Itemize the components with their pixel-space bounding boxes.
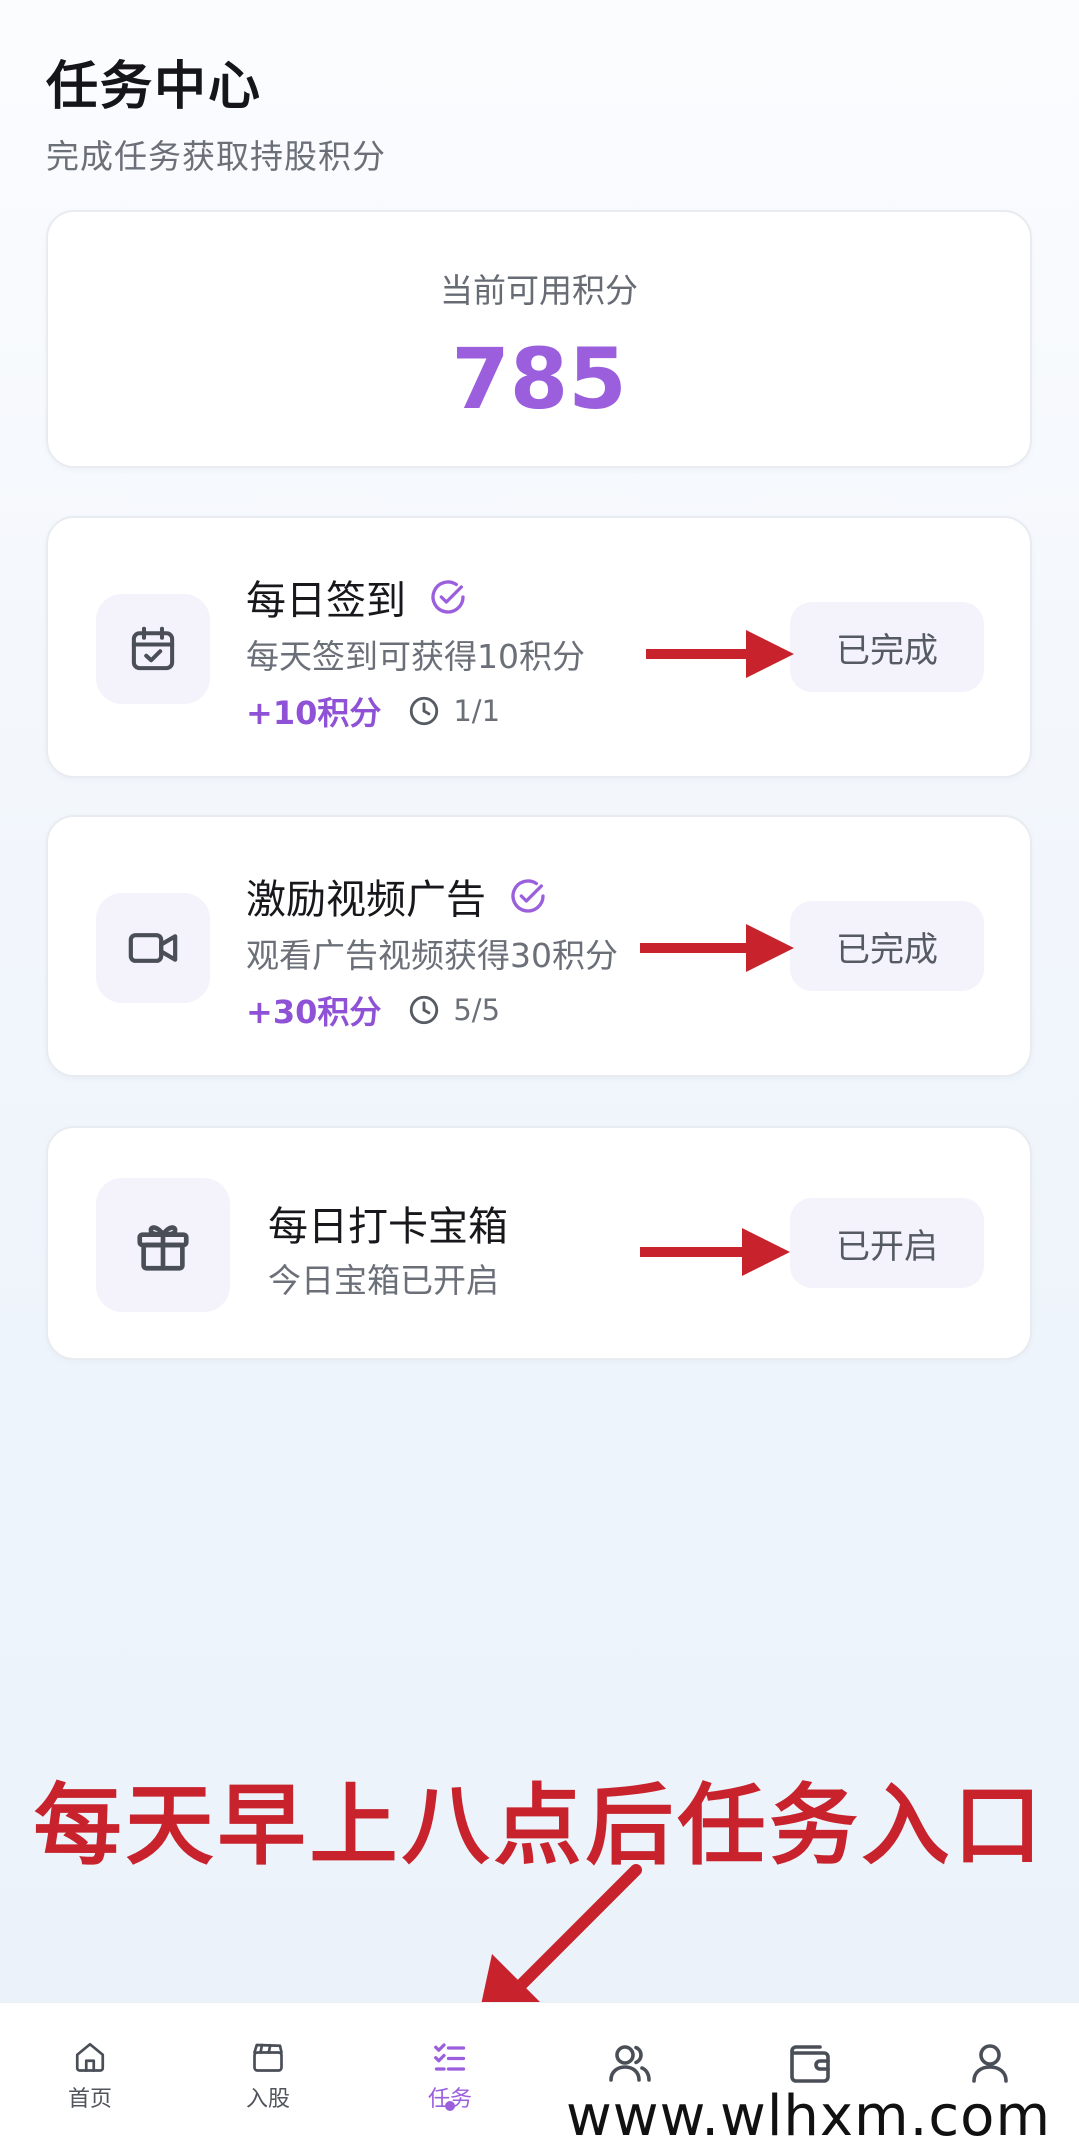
clapperboard-icon [253,2043,283,2072]
points-label: 当前可用积分 [440,271,638,310]
points-card: 当前可用积分 785 [46,210,1032,468]
task-meta: +10积分 1/1 [246,688,500,734]
page-subtitle: 完成任务获取持股积分 [46,137,386,176]
task-progress: 5/5 [453,993,501,1027]
task-name-text: 激励视频广告 [246,877,486,923]
task-card-daily-checkin: 每日签到 每天签到可获得10积分 +10积分 1/1 已完成 [46,516,1032,778]
task-description: 今日宝箱已开启 [268,1261,499,1300]
users-icon [609,2045,651,2082]
nav-label: 首页 [67,2087,112,2112]
points-value: 785 [451,330,627,428]
nav-label: 入股 [245,2087,290,2112]
task-status-button[interactable]: 已完成 [790,901,984,991]
task-name: 每日签到 [246,568,468,626]
check-circle-icon [511,879,545,913]
task-name-text: 每日打卡宝箱 [268,1204,508,1250]
task-list-icon [434,2043,466,2071]
annotation-arrow-right [640,1228,790,1276]
task-icon-box [96,1178,230,1312]
user-icon [972,2044,1008,2083]
task-meta: +30积分 5/5 [246,987,500,1033]
nav-item-tasks[interactable]: 任务 [390,2003,510,2113]
nav-item-home[interactable]: 首页 [30,2003,150,2113]
clock-icon [410,696,439,726]
task-name: 每日打卡宝箱 [268,1194,508,1252]
page-title: 任务中心 [46,57,263,117]
clock-icon [410,995,439,1025]
home-icon [75,2042,105,2072]
task-description: 观看广告视频获得30积分 [246,936,618,975]
annotation-arrow-right [640,924,794,972]
task-reward: +30积分 [246,993,382,1031]
calendar-check-icon [131,626,175,671]
task-status-button[interactable]: 已开启 [790,1198,984,1288]
task-name-text: 每日签到 [246,578,406,624]
wallet-icon [790,2045,830,2083]
task-name: 激励视频广告 [246,867,548,925]
annotation-arrow-right [646,630,794,678]
video-camera-icon [128,933,178,963]
active-indicator [445,2101,455,2111]
task-progress: 1/1 [453,694,501,728]
nav-item-invest[interactable]: 入股 [208,2003,328,2113]
task-description: 每天签到可获得10积分 [246,637,585,676]
task-reward: +10积分 [246,694,382,732]
gift-box-icon [137,1225,189,1271]
task-card-treasure-box: 每日打卡宝箱 今日宝箱已开启 已开启 [46,1126,1032,1360]
task-status-button[interactable]: 已完成 [790,602,984,692]
check-circle-icon [431,580,465,614]
task-card-video-ad: 激励视频广告 观看广告视频获得30积分 +30积分 5/5 已完成 [46,815,1032,1077]
task-icon-box [96,893,210,1003]
watermark: www.wlhxm.com [565,2084,1051,2149]
task-icon-box [96,594,210,704]
